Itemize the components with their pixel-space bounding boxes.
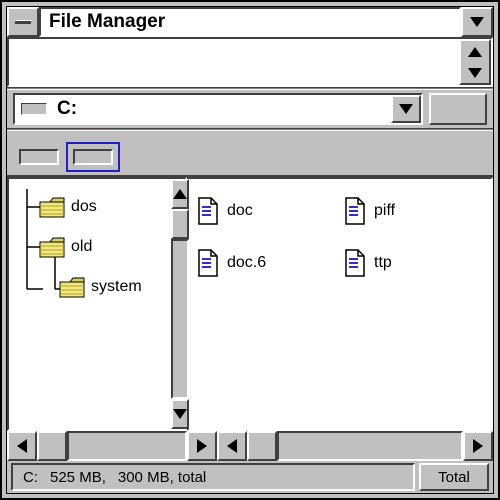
total-button[interactable]: Total xyxy=(419,463,489,491)
status-drive: C: xyxy=(23,469,38,486)
statusbar: C: 525 MB, 300 MB, total Total xyxy=(7,461,493,493)
scroll-left-button[interactable] xyxy=(217,431,247,461)
file-label: doc xyxy=(227,202,253,220)
folder-icon xyxy=(59,276,85,298)
folder-icon xyxy=(39,236,65,258)
minimize-button[interactable] xyxy=(461,7,493,37)
file-item[interactable]: piff xyxy=(344,197,483,225)
file-item[interactable]: doc.6 xyxy=(197,249,336,277)
document-icon xyxy=(344,197,366,225)
folder-icon xyxy=(39,196,65,218)
left-arrow-icon xyxy=(17,439,27,453)
tree-pane: dos old system xyxy=(7,177,187,431)
file-pane: doc piff doc.6 ttp xyxy=(187,177,493,431)
drive-action-button[interactable] xyxy=(429,93,487,125)
file-label: piff xyxy=(374,202,395,220)
file-label: doc.6 xyxy=(227,254,266,272)
maximize-spinner[interactable] xyxy=(459,39,491,85)
file-horizontal-scrollbar[interactable] xyxy=(217,431,493,461)
status-value-1: 525 MB, xyxy=(50,469,106,486)
view-mode-1-button[interactable] xyxy=(19,149,59,165)
document-icon xyxy=(344,249,366,277)
tree-vertical-scrollbar[interactable] xyxy=(169,179,189,429)
view-mode-2-button[interactable] xyxy=(73,149,113,165)
status-text: C: 525 MB, 300 MB, total xyxy=(11,463,415,491)
tree-item-label: dos xyxy=(71,198,97,216)
drive-row: C: xyxy=(7,90,493,128)
down-arrow-icon xyxy=(173,409,187,419)
file-item[interactable]: doc xyxy=(197,197,336,225)
file-label: ttp xyxy=(374,254,392,272)
scroll-track[interactable] xyxy=(67,431,187,461)
window-inner: File Manager C: xyxy=(6,6,494,494)
right-arrow-icon xyxy=(197,439,207,453)
tree-item-old[interactable]: old xyxy=(39,231,92,263)
scroll-down-button[interactable] xyxy=(171,399,189,429)
menubar xyxy=(7,37,493,87)
down-arrow-icon xyxy=(468,68,482,78)
scroll-thumb[interactable] xyxy=(171,209,189,239)
drive-dropdown-button[interactable] xyxy=(391,95,421,123)
down-arrow-icon xyxy=(399,104,413,114)
up-arrow-icon xyxy=(173,189,187,199)
tree-horizontal-scrollbar[interactable] xyxy=(7,431,217,461)
up-arrow-icon xyxy=(468,47,482,57)
split-panes: dos old system xyxy=(7,175,493,431)
system-menu-button[interactable] xyxy=(7,7,39,37)
right-arrow-icon xyxy=(473,439,483,453)
tree-item-dos[interactable]: dos xyxy=(39,191,97,223)
scroll-thumb[interactable] xyxy=(37,431,67,461)
down-arrow-icon xyxy=(470,17,484,27)
scroll-track[interactable] xyxy=(277,431,463,461)
titlebar: File Manager xyxy=(7,7,493,37)
drive-icon xyxy=(21,103,47,115)
scroll-right-button[interactable] xyxy=(463,431,493,461)
total-button-label: Total xyxy=(438,469,470,486)
content-area: dos old system xyxy=(7,139,493,461)
drive-selector[interactable]: C: xyxy=(13,93,423,125)
document-icon xyxy=(197,249,219,277)
file-item[interactable]: ttp xyxy=(344,249,483,277)
document-icon xyxy=(197,197,219,225)
scroll-thumb[interactable] xyxy=(247,431,277,461)
window-frame: File Manager C: xyxy=(0,0,500,500)
scroll-left-button[interactable] xyxy=(7,431,37,461)
scroll-track[interactable] xyxy=(171,239,189,399)
view-toolbar xyxy=(7,139,493,175)
left-arrow-icon xyxy=(227,439,237,453)
folder-tree: dos old system xyxy=(9,179,169,429)
tree-item-system[interactable]: system xyxy=(59,271,142,303)
tree-item-label: old xyxy=(71,238,92,256)
minus-icon xyxy=(15,20,31,24)
tree-item-label: system xyxy=(91,278,142,296)
drive-label: C: xyxy=(57,98,77,120)
horizontal-scrollbars xyxy=(7,431,493,461)
scroll-up-button[interactable] xyxy=(171,179,189,209)
status-value-2: 300 MB, total xyxy=(118,469,206,486)
scroll-right-button[interactable] xyxy=(187,431,217,461)
window-title: File Manager xyxy=(39,7,461,37)
